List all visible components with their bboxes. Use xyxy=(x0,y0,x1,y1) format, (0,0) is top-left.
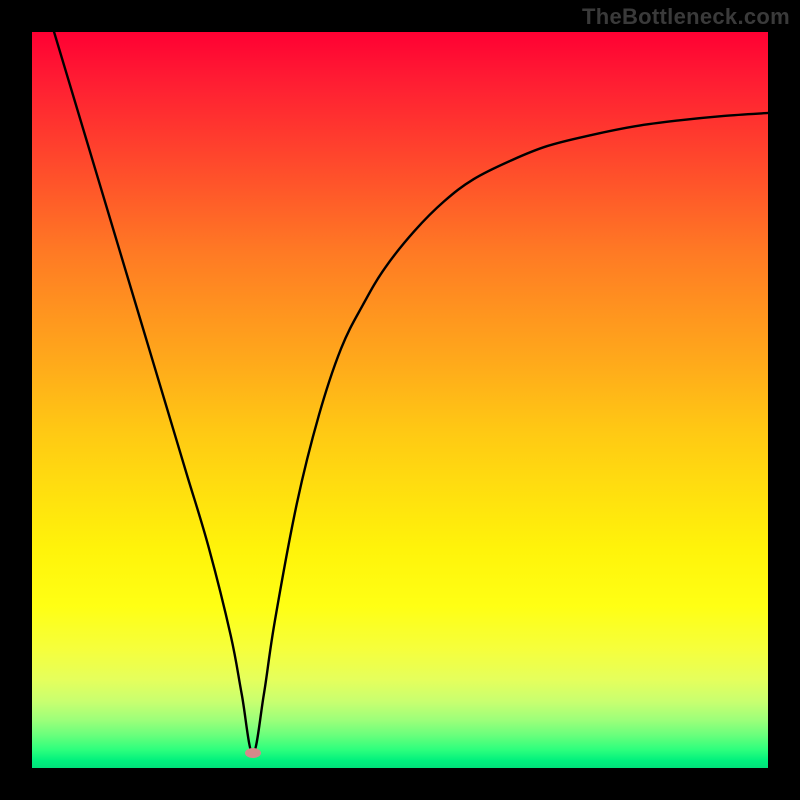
watermark-text: TheBottleneck.com xyxy=(582,4,790,30)
vertex-dot xyxy=(245,748,261,758)
curve-svg xyxy=(32,32,768,768)
bottleneck-curve xyxy=(54,32,768,753)
chart-frame: TheBottleneck.com xyxy=(0,0,800,800)
plot-area xyxy=(32,32,768,768)
